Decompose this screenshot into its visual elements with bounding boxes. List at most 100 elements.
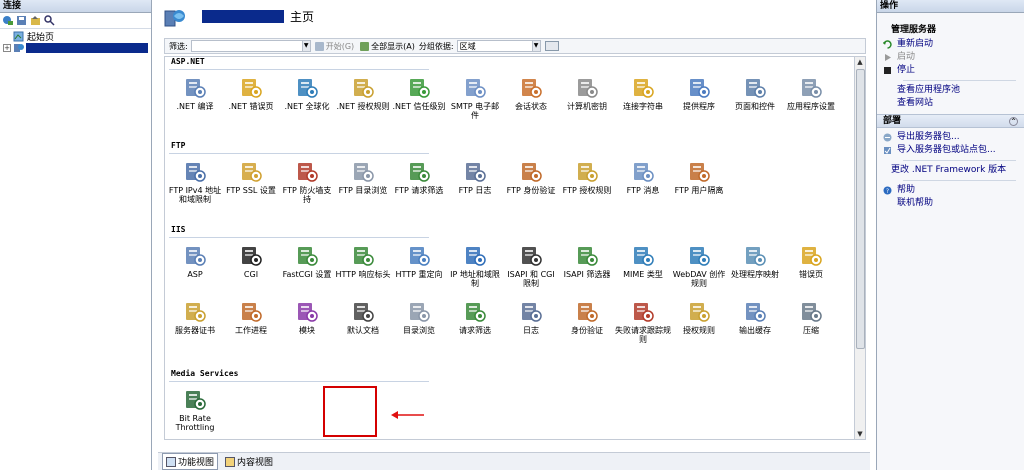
feature-tile[interactable]: FTP 日志 <box>447 159 503 195</box>
feature-tile[interactable]: 目录浏览 <box>391 299 447 335</box>
feature-tile[interactable]: .NET 全球化 <box>279 75 335 111</box>
feature-tile[interactable]: 服务器证书 <box>167 299 223 335</box>
feature-tile[interactable]: 身份验证 <box>559 299 615 335</box>
feature-tile[interactable]: 连接字符串 <box>615 75 671 111</box>
feature-tile[interactable]: 处理程序映射 <box>727 243 783 279</box>
feature-tile[interactable]: 请求筛选 <box>447 299 503 335</box>
highlight-box <box>323 386 377 437</box>
feature-tile[interactable]: FastCGI 设置 <box>279 243 335 279</box>
feature-tile[interactable]: FTP IPv4 地址和域限制 <box>167 159 223 204</box>
section-header[interactable]: IIS <box>171 225 185 234</box>
feature-tile[interactable]: Bit Rate Throttling <box>167 387 223 432</box>
help-action[interactable]: ? 帮助 <box>883 184 1024 197</box>
feature-tile[interactable]: 日志 <box>503 299 559 335</box>
feature-tile[interactable]: ISAPI 筛选器 <box>559 243 615 279</box>
change-framework-link[interactable]: 更改 .NET Framework 版本 <box>891 164 1024 177</box>
feature-tile[interactable]: 计算机密钥 <box>559 75 615 111</box>
feature-tile-label: 默认文档 <box>347 326 379 335</box>
main-pane: 主页 筛选: ▼ 开始(G) 全部显示(A) 分组依据: 区域 ▼ ASP.NE… <box>158 0 870 470</box>
connect-icon[interactable] <box>2 15 13 26</box>
import-package-action[interactable]: 导入服务器包或站点包... <box>884 144 1024 157</box>
feature-tile[interactable]: 输出缓存 <box>727 299 783 335</box>
feature-tile[interactable]: CGI <box>223 243 279 279</box>
feature-tile[interactable]: WebDAV 创作规则 <box>671 243 727 288</box>
feature-tile[interactable]: IP 地址和域限制 <box>447 243 503 288</box>
feature-tile[interactable]: FTP 目录浏览 <box>335 159 391 195</box>
scroll-thumb[interactable] <box>856 69 865 349</box>
view-sites-link[interactable]: 查看网站 <box>897 97 1024 110</box>
feature-tile[interactable]: .NET 信任级别 <box>391 75 447 111</box>
feature-tile[interactable]: 提供程序 <box>671 75 727 111</box>
feature-tile[interactable]: FTP 授权规则 <box>559 159 615 195</box>
expand-icon[interactable]: + <box>3 43 11 52</box>
filter-input[interactable]: ▼ <box>190 40 311 52</box>
restart-action[interactable]: 重新启动 <box>883 38 1024 51</box>
ftp-ip-restrictions-icon <box>183 159 207 183</box>
export-package-action[interactable]: 导出服务器包... <box>883 131 1024 144</box>
feature-tile[interactable]: FTP 防火墙支持 <box>279 159 335 204</box>
vertical-scrollbar[interactable]: ▲ ▼ <box>854 56 866 440</box>
tab-content-view[interactable]: 内容视图 <box>222 454 276 469</box>
feature-tile[interactable]: FTP 用户隔离 <box>671 159 727 195</box>
feature-tile[interactable]: MIME 类型 <box>615 243 671 279</box>
feature-tile[interactable]: 工作进程 <box>223 299 279 335</box>
feature-tile-label: FTP IPv4 地址和域限制 <box>168 186 222 204</box>
filter-dropdown-icon[interactable]: ▼ <box>301 41 310 51</box>
start-action[interactable]: 启动 <box>885 51 1024 64</box>
feature-tile[interactable]: 应用程序设置 <box>783 75 839 111</box>
feature-tile[interactable]: SMTP 电子邮件 <box>447 75 503 120</box>
feature-tile[interactable]: FTP 请求筛选 <box>391 159 447 195</box>
webdav-icon <box>687 243 711 267</box>
save-icon[interactable] <box>16 15 27 26</box>
section-header[interactable]: ASP.NET <box>171 57 205 66</box>
feature-tile[interactable]: .NET 编译 <box>167 75 223 111</box>
start-filter-button[interactable]: 开始(G) <box>314 41 354 52</box>
feature-tile[interactable]: 会话状态 <box>503 75 559 111</box>
feature-tile[interactable]: HTTP 重定向 <box>391 243 447 279</box>
section-header[interactable]: Media Services <box>171 369 238 378</box>
feature-tile-label: 失败请求跟踪规则 <box>615 326 671 344</box>
feature-tile-label: ISAPI 和 CGI 限制 <box>507 270 555 288</box>
scroll-down-icon[interactable]: ▼ <box>855 429 865 439</box>
feature-tile[interactable]: FTP 消息 <box>615 159 671 195</box>
feature-tile-label: 提供程序 <box>683 102 715 111</box>
online-help-link[interactable]: 联机帮助 <box>897 197 1024 210</box>
manage-server-group: 管理服务器 重新启动 启动 停止 查看应用程序池 查看网站 <box>877 13 1024 114</box>
feature-tile[interactable]: 授权规则 <box>671 299 727 335</box>
feature-tile[interactable]: .NET 授权规则 <box>335 75 391 111</box>
feature-tile[interactable]: 默认文档 <box>335 299 391 335</box>
deploy-section-header[interactable]: 部署 ^ <box>877 114 1024 128</box>
connections-search-icon[interactable] <box>44 15 55 26</box>
ftp-firewall-icon <box>295 159 319 183</box>
section-header[interactable]: FTP <box>171 141 185 150</box>
tree-item-server[interactable]: + <box>0 42 151 53</box>
group-by-select[interactable]: 区域 ▼ <box>456 40 541 52</box>
stop-action[interactable]: 停止 <box>884 64 1024 77</box>
view-mode-icon[interactable] <box>544 41 559 51</box>
feature-tile[interactable]: ISAPI 和 CGI 限制 <box>503 243 559 288</box>
feature-tile[interactable]: HTTP 响应标头 <box>335 243 391 279</box>
up-level-icon[interactable] <box>30 15 41 26</box>
feature-tile[interactable]: .NET 错误页 <box>223 75 279 111</box>
feature-tile[interactable]: 模块 <box>279 299 335 335</box>
tree-item-start-page[interactable]: 起始页 <box>0 31 151 43</box>
feature-tile[interactable]: ASP <box>167 243 223 279</box>
feature-tile-label: .NET 信任级别 <box>392 102 446 111</box>
scroll-up-icon[interactable]: ▲ <box>855 57 865 67</box>
show-all-button[interactable]: 全部显示(A) <box>360 41 415 52</box>
feature-tile[interactable]: 页面和控件 <box>727 75 783 111</box>
actions-pane: 操作 管理服务器 重新启动 启动 停止 查看应用程序池 查看网站 部署 ^ 导出… <box>876 0 1024 470</box>
feature-tile[interactable]: FTP SSL 设置 <box>223 159 279 195</box>
feature-tile[interactable]: FTP 身份验证 <box>503 159 559 195</box>
tab-features-view[interactable]: 功能视图 <box>162 453 219 470</box>
feature-tile[interactable]: 压缩 <box>783 299 839 335</box>
feature-tile[interactable]: 失败请求跟踪规则 <box>615 299 671 344</box>
feature-tile[interactable]: 错误页 <box>783 243 839 279</box>
collapse-icon[interactable]: ^ <box>1009 117 1018 126</box>
feature-tile-label: 连接字符串 <box>623 102 663 111</box>
group-by-dropdown-icon[interactable]: ▼ <box>531 41 540 51</box>
view-app-pools-link[interactable]: 查看应用程序池 <box>897 84 1024 97</box>
worker-processes-icon <box>239 299 263 323</box>
request-filtering-icon <box>463 299 487 323</box>
feature-tile-label: FTP 日志 <box>458 186 492 195</box>
